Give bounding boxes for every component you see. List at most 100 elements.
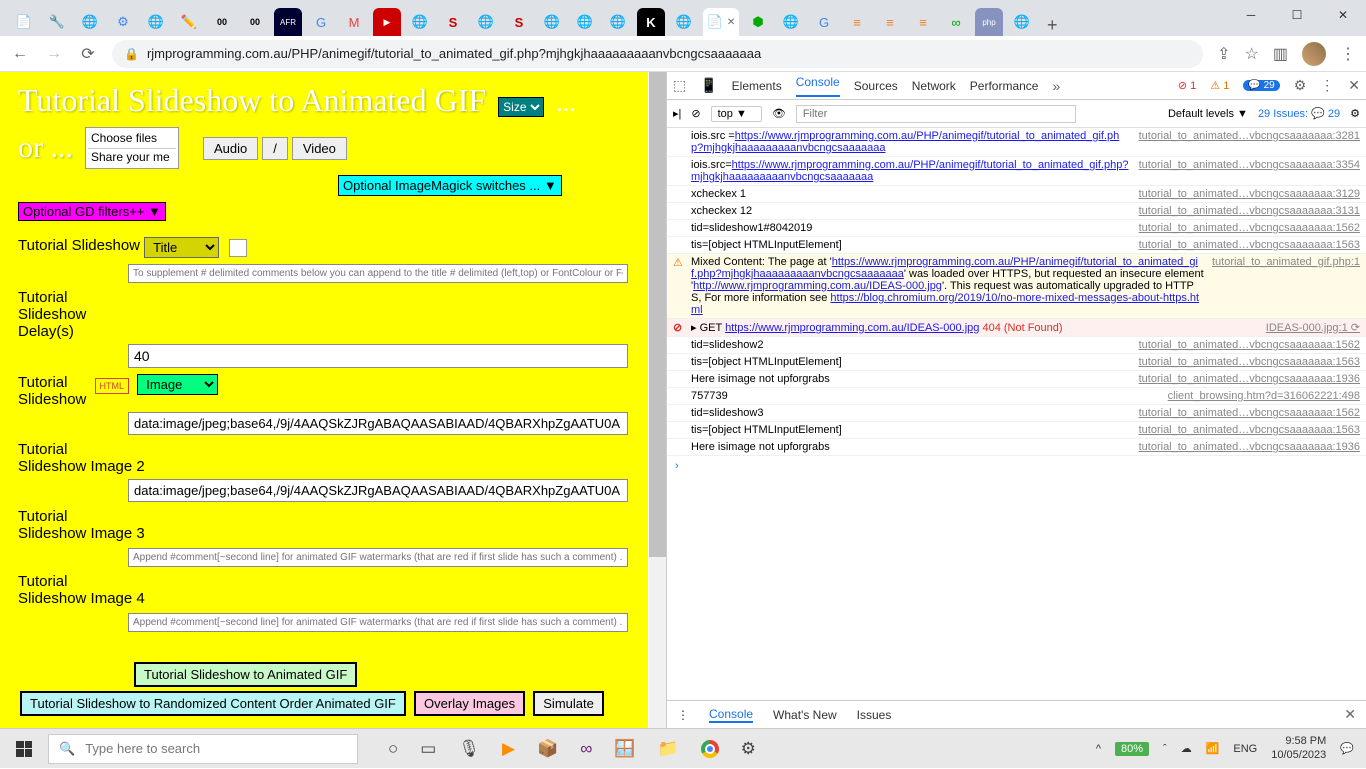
tab[interactable]: ⚙ (109, 8, 137, 36)
tab[interactable]: ✏️ (175, 8, 203, 36)
start-button[interactable] (0, 729, 48, 769)
drawer-tab-issues[interactable]: Issues (857, 708, 892, 722)
drawer-tab-whatsnew[interactable]: What's New (773, 708, 837, 722)
tab[interactable]: 🌐 (472, 8, 500, 36)
tray-chevron-icon[interactable]: ˆ (1163, 743, 1167, 755)
reload-button[interactable]: ⟳ (78, 44, 98, 64)
tab[interactable]: php (975, 8, 1003, 36)
console-prompt[interactable]: › (667, 456, 1366, 476)
imagemagick-switches-select[interactable]: Optional ImageMagick switches ... ▼ (338, 175, 562, 196)
taskbar-search[interactable]: 🔍 Type here to search (48, 734, 358, 764)
taskbar-app[interactable]: 🪟 (614, 739, 635, 759)
taskbar-app[interactable]: ▭ (420, 739, 436, 759)
page-scrollbar[interactable] (649, 72, 666, 728)
image3-input[interactable] (128, 548, 628, 567)
tab[interactable]: 🌐 (604, 8, 632, 36)
taskbar-app[interactable]: 📁 (657, 739, 678, 759)
video-button[interactable]: Video (292, 137, 347, 160)
image-select[interactable]: Image (137, 374, 218, 395)
tab-elements[interactable]: Elements (732, 79, 782, 93)
taskbar-app[interactable]: 📦 (537, 739, 558, 759)
issues-link[interactable]: 29 Issues: 💬 29 (1258, 107, 1340, 120)
tab[interactable]: 🌐 (76, 8, 104, 36)
tab[interactable]: 00 (241, 8, 269, 36)
minimize-button[interactable]: ─ (1228, 0, 1274, 30)
tab[interactable]: M (340, 8, 368, 36)
file-chooser[interactable]: Choose files Share your me (85, 127, 179, 169)
image2-input[interactable] (128, 479, 628, 502)
console-settings-icon[interactable]: ⚙ (1350, 107, 1360, 120)
task-view-icon[interactable]: ○ (388, 739, 398, 759)
clear-console-icon[interactable]: ⊘ (691, 107, 700, 120)
notifications-icon[interactable]: 💬 (1340, 742, 1354, 755)
tab[interactable]: S (505, 8, 533, 36)
tab[interactable]: ≡ (876, 8, 904, 36)
sidepanel-icon[interactable]: ▥ (1273, 44, 1288, 64)
tab[interactable]: ≡ (843, 8, 871, 36)
maximize-button[interactable]: ☐ (1274, 0, 1320, 30)
live-expression-icon[interactable]: 👁 (772, 107, 786, 120)
more-tabs-icon[interactable]: » (1052, 78, 1060, 94)
drawer-close-icon[interactable]: ✕ (1344, 706, 1356, 723)
tab[interactable]: 🌐 (1008, 8, 1036, 36)
title-select[interactable]: Title (144, 237, 219, 258)
drawer-menu-icon[interactable]: ⋮ (677, 708, 689, 722)
wifi-icon[interactable]: 📶 (1206, 742, 1220, 755)
taskbar-app[interactable]: ▶ (502, 739, 515, 759)
tab[interactable]: ⬢ (744, 8, 772, 36)
html-badge[interactable]: HTML (95, 378, 130, 394)
tray-overflow-icon[interactable]: ^ (1096, 743, 1101, 755)
image4-input[interactable] (128, 613, 628, 632)
bookmark-icon[interactable]: ☆ (1245, 44, 1259, 64)
size-select[interactable]: Size (498, 97, 544, 117)
tab[interactable]: K (637, 8, 665, 36)
randomized-gif-button[interactable]: Tutorial Slideshow to Randomized Content… (20, 691, 406, 716)
settings-icon[interactable]: ⚙ (1294, 77, 1307, 94)
onedrive-icon[interactable]: ☁ (1181, 742, 1192, 755)
tab[interactable]: 🌐 (571, 8, 599, 36)
tab[interactable]: ≡ (909, 8, 937, 36)
taskbar-app[interactable]: ∞ (580, 739, 592, 759)
tab-performance[interactable]: Performance (970, 79, 1039, 93)
gd-filters-select[interactable]: Optional GD filters++ ▼ (18, 202, 166, 221)
drawer-tab-console[interactable]: Console (709, 707, 753, 723)
title-checkbox[interactable] (229, 239, 247, 257)
device-icon[interactable]: 📱 (700, 77, 717, 94)
tab-console[interactable]: Console (796, 75, 840, 97)
tab[interactable]: AFR (274, 8, 302, 36)
close-button[interactable]: ✕ (1320, 0, 1366, 30)
filter-input[interactable] (796, 105, 1076, 123)
tab[interactable]: 00 (208, 8, 236, 36)
context-select[interactable]: top ▼ (711, 106, 762, 122)
tab[interactable]: G (307, 8, 335, 36)
profile-avatar[interactable] (1302, 42, 1326, 66)
taskbar-app[interactable]: ⚙ (741, 739, 756, 759)
inspect-icon[interactable]: ⬚ (673, 77, 686, 94)
toggle-sidebar-icon[interactable]: ▸| (673, 107, 681, 120)
url-input[interactable]: 🔒 rjmprogramming.com.au/PHP/animegif/tut… (112, 40, 1203, 68)
delay-input[interactable] (128, 344, 628, 368)
taskbar-chrome[interactable] (701, 740, 719, 758)
tab-sources[interactable]: Sources (854, 79, 898, 93)
audio-button[interactable]: Audio (203, 137, 258, 160)
menu-icon[interactable]: ⋮ (1340, 44, 1356, 64)
title-hint-input[interactable] (128, 264, 628, 283)
simulate-button[interactable]: Simulate (533, 691, 604, 716)
tab[interactable]: G (810, 8, 838, 36)
tab[interactable]: S (439, 8, 467, 36)
back-button[interactable]: ← (10, 44, 30, 64)
devtools-close-icon[interactable]: ✕ (1348, 77, 1360, 94)
image1-input[interactable] (128, 412, 628, 435)
to-gif-button[interactable]: Tutorial Slideshow to Animated GIF (134, 662, 357, 687)
tab[interactable]: 🌐 (670, 8, 698, 36)
tab[interactable]: ▶ (373, 8, 401, 36)
tab-active[interactable]: 📄 ✕ (703, 8, 739, 36)
tab[interactable]: ∞ (942, 8, 970, 36)
language-indicator[interactable]: ENG (1233, 743, 1257, 755)
new-tab-button[interactable]: + (1039, 15, 1066, 36)
info-count[interactable]: 💬 29 (1243, 80, 1279, 91)
error-count[interactable]: ⊘ 1 (1178, 79, 1196, 92)
tab[interactable]: 🌐 (538, 8, 566, 36)
console-output[interactable]: iois.src =https://www.rjmprogramming.com… (667, 128, 1366, 700)
log-levels-select[interactable]: Default levels ▼ (1168, 108, 1248, 120)
